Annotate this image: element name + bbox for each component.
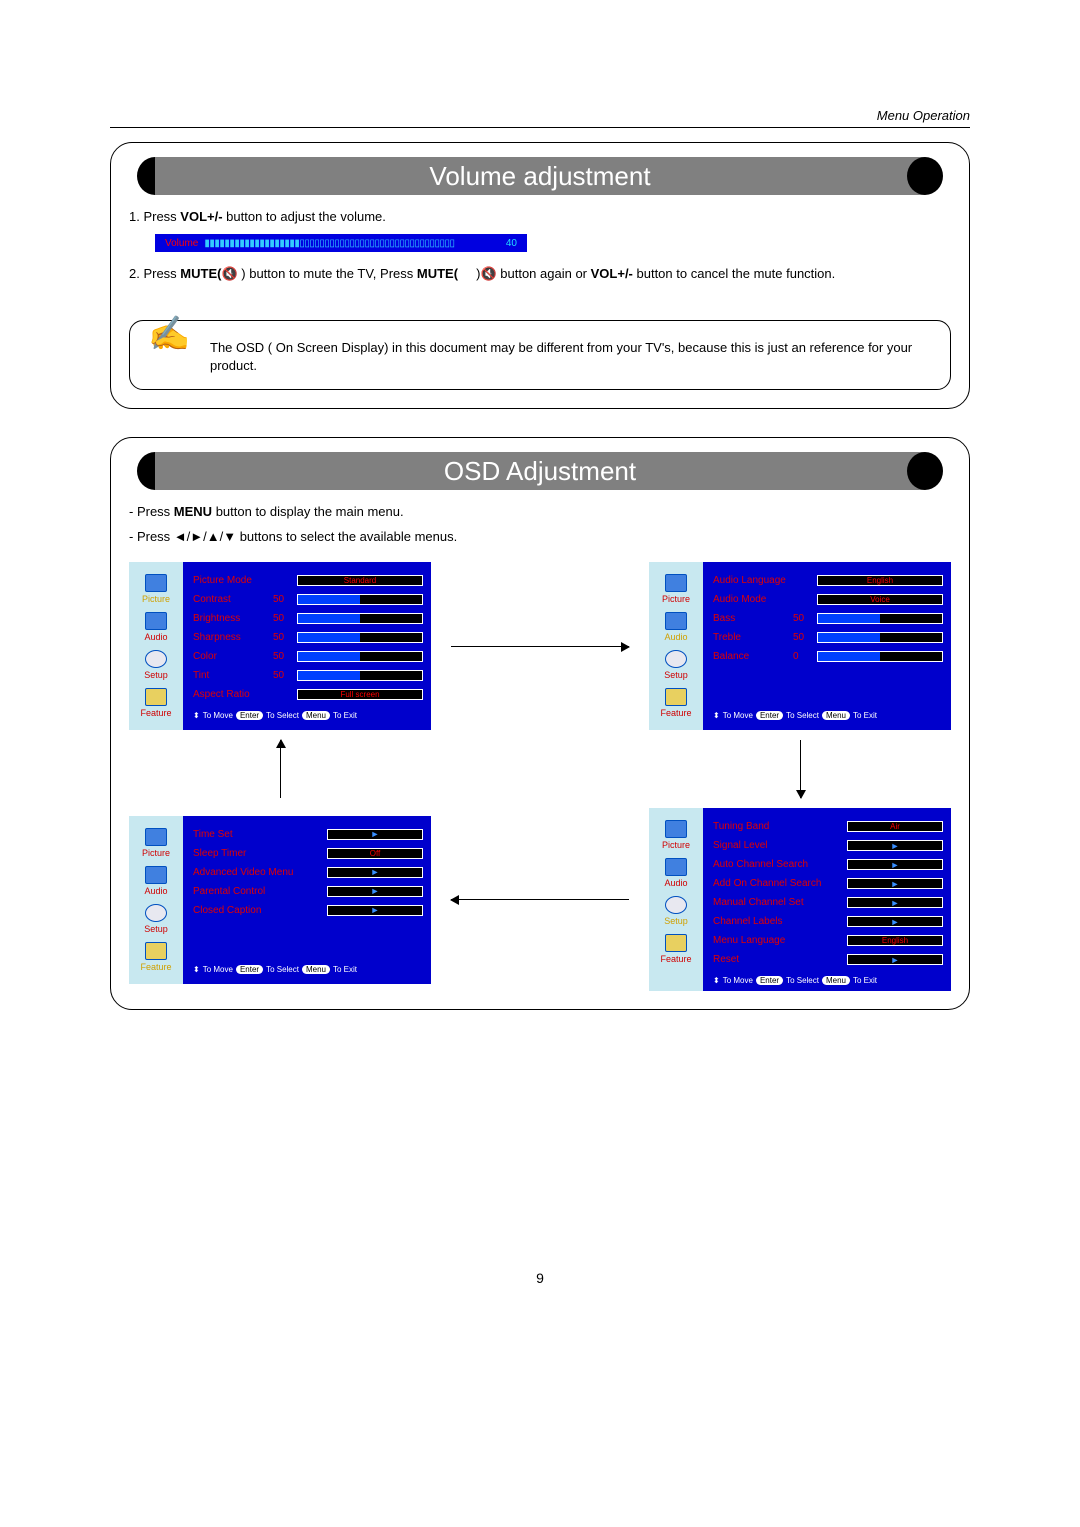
volume-bar: Volume ▮▮▮▮▮▮▮▮▮▮▮▮▮▮▮▮▮▮▮▯▯▯▯▯▯▯▯▯▯▯▯▯▯… (155, 234, 527, 252)
tab-picture[interactable]: Picture (649, 816, 703, 854)
arrow-up (280, 740, 281, 798)
tab-picture[interactable]: Picture (649, 570, 703, 608)
tab-feature[interactable]: Feature (649, 930, 703, 968)
tab-audio[interactable]: Audio (129, 608, 183, 646)
volume-ticks: ▮▮▮▮▮▮▮▮▮▮▮▮▮▮▮▮▮▮▮▯▯▯▯▯▯▯▯▯▯▯▯▯▯▯▯▯▯▯▯▯… (204, 238, 500, 249)
volume-title: Volume adjustment (155, 157, 925, 195)
tab-audio[interactable]: Audio (649, 608, 703, 646)
tab-setup[interactable]: Setup (649, 892, 703, 930)
volume-label: Volume (165, 238, 198, 249)
vol-step1: 1. Press VOL+/- button to adjust the vol… (129, 209, 951, 224)
tab-audio[interactable]: Audio (129, 862, 183, 900)
osd-line1: - Press MENU button to display the main … (129, 504, 951, 519)
osd-frame: OSD Adjustment - Press MENU button to di… (110, 437, 970, 1010)
osd-picture-panel: Picture Audio Setup Feature Picture Mode… (129, 562, 431, 730)
tab-audio[interactable]: Audio (649, 854, 703, 892)
tab-feature[interactable]: Feature (649, 684, 703, 722)
volume-banner: Volume adjustment (137, 157, 943, 195)
tab-feature[interactable]: Feature (129, 938, 183, 976)
note-box: ✍ The OSD ( On Screen Display) in this d… (129, 320, 951, 390)
note-hand-icon: ✍ (148, 311, 190, 359)
tab-setup[interactable]: Setup (129, 900, 183, 938)
osd-title: OSD Adjustment (155, 452, 925, 490)
arrow-left (441, 899, 639, 900)
tab-picture[interactable]: Picture (129, 824, 183, 862)
tab-feature[interactable]: Feature (129, 684, 183, 722)
osd-line2: - Press ◄/►/▲/▼ buttons to select the av… (129, 529, 951, 544)
mute-icon: 🔇 (221, 266, 237, 282)
volume-frame: Volume adjustment 1. Press VOL+/- button… (110, 142, 970, 409)
osd-banner: OSD Adjustment (137, 452, 943, 490)
note-text: The OSD ( On Screen Display) in this doc… (210, 340, 912, 373)
volume-value: 40 (506, 238, 517, 249)
tab-setup[interactable]: Setup (649, 646, 703, 684)
mute-icon: 🔇 (480, 266, 496, 282)
arrow-down (800, 740, 801, 798)
osd-setup-panel: Picture Audio Setup Feature Tuning BandA… (649, 808, 951, 991)
osd-feature-panel: Picture Audio Setup Feature Time Set► Sl… (129, 816, 431, 984)
tab-setup[interactable]: Setup (129, 646, 183, 684)
header-section: Menu Operation (110, 108, 970, 128)
osd-audio-panel: Picture Audio Setup Feature Audio Langua… (649, 562, 951, 730)
tab-picture[interactable]: Picture (129, 570, 183, 608)
vol-step2: 2. Press MUTE(🔇 ) button to mute the TV,… (129, 266, 951, 282)
page-number: 9 (110, 1270, 970, 1286)
arrow-right (441, 646, 639, 647)
